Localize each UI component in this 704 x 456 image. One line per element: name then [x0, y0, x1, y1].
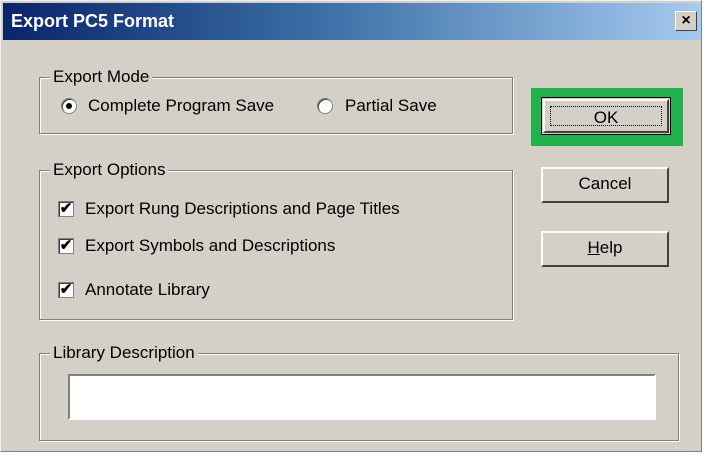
complete-program-save-radio[interactable]	[61, 98, 77, 114]
export-options-legend: Export Options	[50, 160, 169, 180]
ok-button-label: OK	[550, 106, 662, 127]
close-icon: ×	[681, 12, 691, 29]
export-mode-legend: Export Mode	[50, 67, 153, 87]
export-rung-descriptions-checkbox[interactable]: ✔	[58, 201, 74, 217]
export-mode-group: Export Mode Complete Program Save Partia…	[39, 67, 513, 134]
title-bar[interactable]: Export PC5 Format ×	[3, 3, 701, 40]
export-symbols-checkbox[interactable]: ✔	[58, 238, 74, 254]
complete-program-save-label[interactable]: Complete Program Save	[88, 96, 274, 116]
partial-save-label[interactable]: Partial Save	[345, 96, 437, 116]
window-title: Export PC5 Format	[11, 11, 175, 31]
annotate-library-label[interactable]: Annotate Library	[85, 280, 210, 300]
close-button[interactable]: ×	[675, 11, 697, 31]
partial-save-radio[interactable]	[317, 98, 333, 114]
export-rung-descriptions-label[interactable]: Export Rung Descriptions and Page Titles	[85, 199, 400, 219]
ok-button-bevel: OK	[543, 99, 669, 133]
radio-selected-dot	[66, 103, 72, 109]
library-description-legend: Library Description	[50, 343, 198, 363]
help-mnemonic: H	[587, 238, 600, 257]
export-pc5-dialog: Export PC5 Format × Export Mode Complete…	[0, 0, 702, 452]
export-symbols-label[interactable]: Export Symbols and Descriptions	[85, 236, 335, 256]
cancel-button[interactable]: Cancel	[541, 167, 669, 203]
ok-button[interactable]: OK	[541, 97, 671, 135]
help-button[interactable]: Help	[541, 231, 669, 267]
library-description-input[interactable]	[68, 374, 656, 420]
checkmark-icon: ✔	[59, 281, 73, 298]
export-options-group: Export Options ✔ Export Rung Description…	[39, 160, 513, 320]
checkmark-icon: ✔	[59, 237, 73, 254]
annotate-library-checkbox[interactable]: ✔	[58, 282, 74, 298]
checkmark-icon: ✔	[59, 200, 73, 217]
help-label-rest: elp	[599, 238, 623, 257]
